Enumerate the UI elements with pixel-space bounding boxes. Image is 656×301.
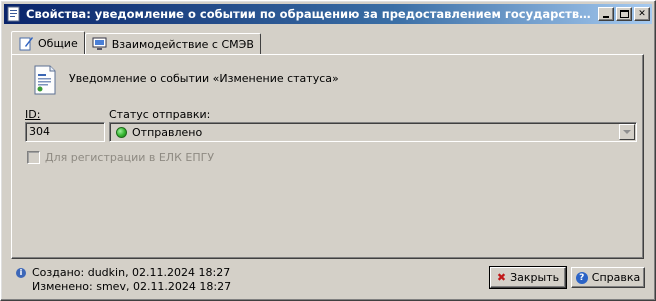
- tab-general-label: Общие: [38, 36, 78, 50]
- monitor-icon: [92, 37, 107, 50]
- close-x-icon: ✖: [496, 271, 507, 284]
- elk-registration-row[interactable]: Для регистрации в ЕЛК ЕПГУ: [27, 151, 214, 164]
- tab-general[interactable]: Общие: [11, 31, 85, 54]
- app-icon: [7, 6, 20, 22]
- tab-strip: Общие Взаимодействие с СМЭВ: [11, 31, 261, 54]
- modified-text: Изменено: smev, 02.11.2024 18:27: [32, 280, 232, 293]
- id-field[interactable]: 304: [25, 122, 105, 142]
- close-window-button[interactable]: ✕: [634, 7, 650, 21]
- title-bar[interactable]: Свойства: уведомление о событии по обращ…: [4, 4, 652, 24]
- help-button[interactable]: ? Справка: [571, 267, 645, 288]
- edit-document-icon: [19, 37, 33, 51]
- modified-info: Изменено: smev, 02.11.2024 18:27: [32, 280, 231, 293]
- notification-document-icon: [34, 65, 56, 95]
- created-info: i Создано: dudkin, 02.11.2024 18:27: [16, 266, 230, 279]
- minimize-button[interactable]: [598, 7, 614, 21]
- status-label: Статус отправки:: [109, 108, 211, 121]
- elk-registration-checkbox[interactable]: [27, 151, 40, 164]
- tab-smev[interactable]: Взаимодействие с СМЭВ: [84, 33, 261, 54]
- status-dropdown-button[interactable]: [619, 124, 635, 140]
- close-button-label: Закрыть: [510, 271, 560, 284]
- status-value: Отправлено: [132, 125, 203, 139]
- close-icon: ✕: [638, 8, 646, 19]
- maximize-button[interactable]: [616, 7, 632, 21]
- info-icon: i: [16, 267, 26, 278]
- status-sent-icon: [116, 126, 127, 138]
- notification-header: Уведомление о событии «Изменение статуса…: [69, 72, 339, 85]
- tab-smev-label: Взаимодействие с СМЭВ: [111, 37, 254, 51]
- close-button[interactable]: ✖ Закрыть: [489, 266, 567, 289]
- maximize-icon: [619, 10, 629, 18]
- properties-window: Свойства: уведомление о событии по обращ…: [0, 0, 656, 301]
- help-icon: ?: [575, 271, 588, 284]
- chevron-down-icon: [623, 130, 631, 134]
- created-text: Создано: dudkin, 02.11.2024 18:27: [32, 266, 231, 279]
- minimize-icon: [603, 16, 609, 18]
- id-label: ID:: [25, 108, 41, 121]
- elk-registration-label: Для регистрации в ЕЛК ЕПГУ: [45, 151, 215, 164]
- help-button-label: Справка: [591, 271, 641, 284]
- window-title: Свойства: уведомление о событии по обращ…: [26, 7, 596, 21]
- tab-panel-general: Уведомление о событии «Изменение статуса…: [11, 54, 644, 259]
- status-select[interactable]: Отправлено: [109, 122, 637, 142]
